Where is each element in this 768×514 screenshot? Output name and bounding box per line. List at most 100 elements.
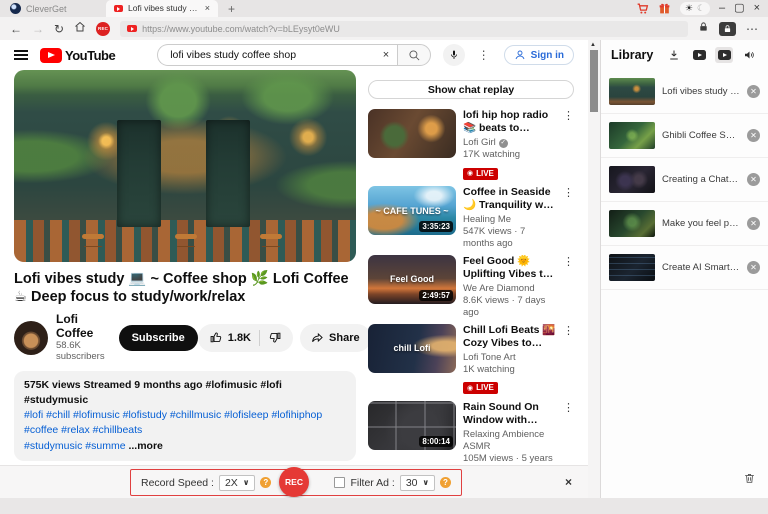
share-button[interactable]: Share	[300, 324, 371, 352]
dislike-button[interactable]	[260, 331, 289, 344]
video-title[interactable]: Feel Good 🌞 Uplifting Vibes to Brighten …	[463, 255, 556, 281]
search-query[interactable]: lofi vibes study coffee shop	[170, 49, 383, 61]
thumbnail-overlay-text: chill Lofi	[368, 324, 456, 373]
app-identity: CleverGet	[0, 3, 100, 14]
video-title[interactable]: lofi hip hop radio 📚 beats to relax/stud…	[463, 109, 556, 135]
video-options-icon[interactable]: ⋮	[563, 186, 574, 250]
address-bar[interactable]: https://www.youtube.com/watch?v=bLEysyt0…	[120, 21, 688, 37]
youtube-logo-text: YouTube	[65, 48, 115, 63]
toolbar-more-icon[interactable]: ⋯	[746, 23, 758, 35]
video-channel[interactable]: Healing Me	[463, 214, 556, 226]
home-icon[interactable]	[74, 20, 86, 38]
recording-library-icon[interactable]	[715, 47, 733, 63]
video-title[interactable]: Coffee in Seaside 🌙 Tranquility with Lof…	[463, 186, 556, 212]
page-scrollbar[interactable]: ▲	[588, 40, 600, 498]
video-options-icon[interactable]: ⋮	[563, 255, 574, 319]
video-card[interactable]: chill Lofi Chill Lofi Beats 🌇 Cozy Vibes …	[368, 324, 574, 396]
like-button[interactable]: 1.8K	[202, 331, 259, 344]
record-bar-close-icon[interactable]: ×	[565, 475, 572, 489]
library-item[interactable]: Ghibli Coffee Shop ☕ M...✕	[601, 114, 768, 158]
video-card[interactable]: ~ CAFE TUNES ~3:35:23 Coffee in Seaside 🌙…	[368, 186, 574, 250]
sign-in-button[interactable]: Sign in	[504, 45, 574, 65]
video-description[interactable]: 575K views Streamed 9 months ago #lofimu…	[14, 371, 356, 461]
scroll-up-icon[interactable]: ▲	[590, 42, 596, 48]
scrollbar-thumb[interactable]	[590, 50, 598, 112]
video-card[interactable]: Feel Good2:49:57 Feel Good 🌞 Uplifting Vi…	[368, 255, 574, 319]
library-item-thumbnail	[609, 210, 655, 237]
speed-help-icon[interactable]: ?	[260, 477, 271, 488]
video-library-icon[interactable]	[690, 47, 708, 63]
video-thumbnail[interactable]: chill Lofi	[368, 324, 456, 373]
privacy-lock-button[interactable]	[719, 22, 736, 36]
video-options-icon[interactable]: ⋮	[563, 324, 574, 396]
audio-icon[interactable]	[740, 47, 758, 63]
library-item[interactable]: Creating a ChatGPT Contr...✕	[601, 158, 768, 202]
video-thumbnail[interactable]	[368, 109, 456, 158]
subscribe-button[interactable]: Subscribe	[119, 325, 198, 351]
filter-help-icon[interactable]: ?	[440, 477, 451, 488]
light-mode-icon[interactable]: ☀	[685, 3, 693, 14]
menu-icon[interactable]	[14, 50, 28, 60]
video-title[interactable]: Rain Sound On Window with Thunder Sounds…	[463, 401, 556, 427]
video-thumbnail[interactable]: 8:00:14	[368, 401, 456, 450]
library-item[interactable]: Make you feel positive an...✕	[601, 202, 768, 246]
video-title[interactable]: Chill Lofi Beats 🌇 Cozy Vibes to Relax /…	[463, 324, 556, 350]
filter-ad-select[interactable]: 30 ∨	[400, 475, 435, 491]
remove-item-icon[interactable]: ✕	[747, 85, 760, 98]
video-channel[interactable]: Lofi Tone Art	[463, 352, 556, 364]
search-clear-icon[interactable]: ×	[383, 49, 389, 61]
video-channel[interactable]: Relaxing Ambience ASMR	[463, 429, 556, 453]
channel-avatar[interactable]	[14, 321, 48, 355]
dark-mode-icon[interactable]: ☾	[697, 3, 705, 14]
back-icon[interactable]: ←	[10, 23, 22, 35]
new-tab-button[interactable]: +	[228, 3, 235, 15]
video-player[interactable]	[14, 70, 356, 262]
download-icon[interactable]	[665, 47, 683, 63]
remove-item-icon[interactable]: ✕	[747, 261, 760, 274]
reload-icon[interactable]: ↻	[54, 23, 64, 35]
video-info: Feel Good 🌞 Uplifting Vibes to Brighten …	[463, 255, 556, 319]
library-item-title: Create AI Smart Contract ...	[662, 262, 740, 273]
library-item[interactable]: Create AI Smart Contract ... ✕	[601, 246, 768, 290]
tab-title: Lofi vibes study 💻 ~	[128, 3, 200, 14]
remove-item-icon[interactable]: ✕	[747, 173, 760, 186]
show-chat-replay-button[interactable]: Show chat replay	[368, 80, 574, 99]
channel-name[interactable]: Lofi Coffee	[56, 313, 105, 341]
youtube-favicon	[114, 5, 123, 12]
youtube-logo[interactable]: YouTube	[40, 48, 115, 63]
cart-icon[interactable]	[636, 2, 649, 15]
close-button[interactable]: ×	[754, 3, 760, 14]
forward-icon[interactable]: →	[32, 23, 44, 35]
theme-toggle[interactable]: ☀ ☾	[680, 2, 710, 15]
library-title: Library	[611, 48, 658, 62]
record-speed-select[interactable]: 2X ∨	[219, 475, 255, 491]
voice-search-icon[interactable]	[443, 44, 465, 66]
video-channel[interactable]: We Are Diamond	[463, 283, 556, 295]
tab-close-icon[interactable]: ×	[205, 4, 210, 13]
video-card[interactable]: lofi hip hop radio 📚 beats to relax/stud…	[368, 109, 574, 181]
video-thumbnail[interactable]: ~ CAFE TUNES ~3:35:23	[368, 186, 456, 235]
show-more-link[interactable]: ...more	[128, 440, 162, 452]
video-channel[interactable]: Lofi Girl✓	[463, 137, 556, 149]
youtube-more-icon[interactable]: ⋮	[478, 48, 490, 62]
trash-icon[interactable]	[743, 471, 756, 490]
description-hashtags[interactable]: #lofi #chill #lofimusic #lofistudy #chil…	[24, 408, 346, 438]
search-button[interactable]	[397, 44, 431, 66]
password-lock-icon[interactable]	[698, 20, 709, 38]
rec-button[interactable]: REC	[279, 467, 309, 497]
video-options-icon[interactable]: ⋮	[563, 109, 574, 181]
gift-icon[interactable]	[658, 2, 671, 15]
minimize-button[interactable]: –	[719, 3, 725, 14]
maximize-button[interactable]: ▢	[734, 3, 744, 14]
browser-tab[interactable]: Lofi vibes study 💻 ~ ×	[106, 0, 218, 17]
video-thumbnail[interactable]: Feel Good2:49:57	[368, 255, 456, 304]
search-input[interactable]: lofi vibes study coffee shop ×	[157, 44, 397, 66]
filter-ad-checkbox[interactable]	[334, 477, 345, 488]
library-item[interactable]: Lofi vibes study 💻 ~ Cof...✕	[601, 70, 768, 114]
filter-ad-label: Filter Ad :	[350, 477, 394, 489]
remove-item-icon[interactable]: ✕	[747, 217, 760, 230]
library-items-list: Lofi vibes study 💻 ~ Cof...✕Ghibli Coffe…	[601, 70, 768, 290]
recommended-videos-list: lofi hip hop radio 📚 beats to relax/stud…	[368, 109, 574, 498]
remove-item-icon[interactable]: ✕	[747, 129, 760, 142]
record-badge-icon[interactable]: REC	[96, 22, 110, 36]
